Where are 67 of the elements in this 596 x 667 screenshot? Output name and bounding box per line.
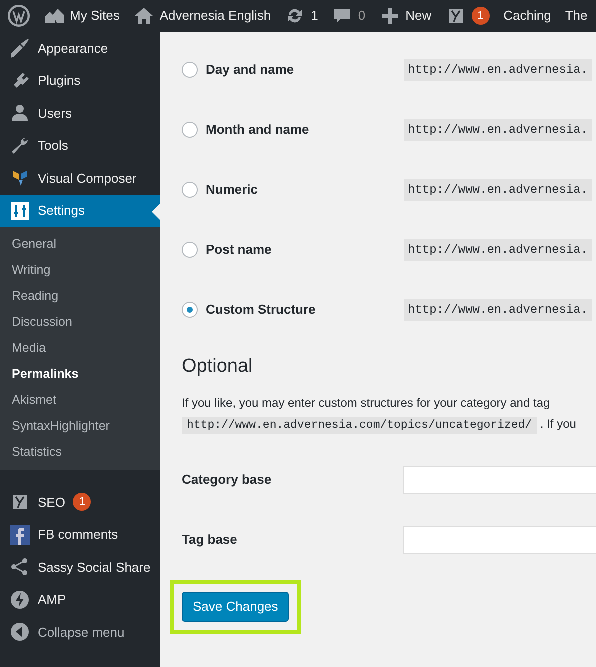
cube-logo-icon: [10, 168, 30, 188]
submenu-item[interactable]: Permalinks: [0, 361, 160, 387]
menu-item[interactable]: Tools: [0, 130, 160, 162]
submenu-item[interactable]: Reading: [0, 283, 160, 309]
url-example: http://www.en.advernesia.: [404, 239, 592, 261]
menu-item[interactable]: Collapse menu: [0, 616, 160, 648]
user-icon: [10, 103, 30, 124]
submenu-item[interactable]: Statistics: [0, 439, 160, 465]
url-example: http://www.en.advernesia.: [404, 299, 592, 321]
count-label: 0: [358, 7, 366, 26]
url-example: http://www.en.advernesia.: [404, 119, 592, 141]
share-icon: [10, 557, 30, 578]
radio-button[interactable]: [182, 242, 198, 258]
menu-item[interactable]: Settings: [0, 194, 160, 227]
lightning-icon: [10, 590, 30, 610]
description-text: . If you: [540, 416, 576, 431]
submenu-item[interactable]: Akismet: [0, 387, 160, 413]
option-label: Day and name: [206, 61, 296, 80]
field-label: Category base: [182, 471, 273, 490]
plus-icon: [380, 6, 400, 26]
submenu-item[interactable]: Discussion: [0, 309, 160, 335]
sliders-icon: [10, 200, 30, 221]
option-label: Numeric: [206, 181, 260, 200]
menu-item[interactable]: Sassy Social Share: [0, 551, 160, 584]
menu-link[interactable]: New: [406, 6, 432, 26]
url-example: http://www.en.advernesia.: [404, 59, 592, 81]
submenu-item[interactable]: General: [0, 231, 160, 257]
field-label: Tag base: [182, 531, 238, 550]
option-label: Custom Structure: [206, 301, 317, 320]
save-button[interactable]: Save Changes: [182, 592, 290, 622]
paintbrush-icon: [10, 38, 30, 58]
menu-item[interactable]: Users: [0, 97, 160, 130]
notification-badge: 1: [73, 493, 92, 512]
menu-link[interactable]: My Sites: [70, 6, 120, 26]
radio-button[interactable]: [182, 62, 198, 78]
radio-button[interactable]: [182, 182, 198, 198]
menu-item[interactable]: SEO 1: [0, 486, 160, 518]
menu-link[interactable]: Caching: [504, 6, 552, 26]
count-label: 1: [311, 7, 318, 26]
wrench-icon: [10, 136, 30, 156]
option-label: Post name: [206, 241, 273, 260]
speech-bubble-icon: [332, 6, 352, 26]
option-label: Month and name: [206, 121, 310, 140]
menu-item[interactable]: AMP: [0, 584, 160, 616]
radio-button[interactable]: [182, 302, 198, 318]
menu-item[interactable]: Plugins: [0, 64, 160, 97]
wordpress-logo-icon: [8, 5, 30, 27]
url-example: http://www.en.advernesia.com/topics/uncategorized/: [182, 416, 538, 434]
radio-button[interactable]: [182, 122, 198, 138]
facebook-icon: [10, 524, 30, 545]
menu-item[interactable]: Visual Composer: [0, 162, 160, 194]
notification-badge: 1: [472, 7, 490, 25]
menu-link[interactable]: The: [565, 6, 588, 26]
input-field[interactable]: [403, 466, 596, 494]
input-field[interactable]: [403, 526, 596, 554]
houses-icon: [44, 6, 64, 26]
menu-item[interactable]: Appearance: [0, 32, 160, 64]
submenu-item[interactable]: Media: [0, 335, 160, 361]
url-example: http://www.en.advernesia.: [404, 179, 592, 201]
house-icon: [134, 6, 154, 26]
submenu-item[interactable]: SyntaxHighlighter: [0, 413, 160, 439]
submenu-item[interactable]: Writing: [0, 257, 160, 283]
menu-item[interactable]: FB comments: [0, 518, 160, 551]
collapse-icon: [10, 622, 30, 642]
description-text: If you like, you may enter custom structures for your category and tag: [182, 394, 552, 412]
section-heading: Optional: [182, 356, 254, 379]
menu-link[interactable]: Advernesia English: [160, 6, 272, 26]
